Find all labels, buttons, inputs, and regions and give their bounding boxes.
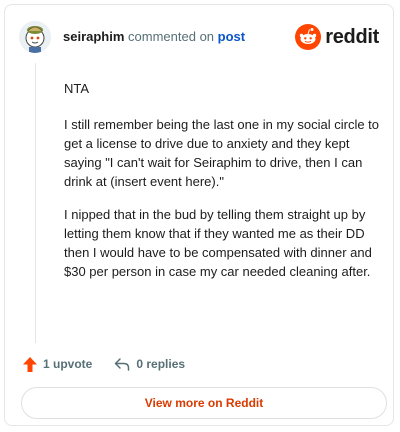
comment-paragraph: I nipped that in the bud by telling them… xyxy=(64,207,372,279)
username-link[interactable]: seiraphim xyxy=(63,29,124,44)
comment-byline: seiraphim commented on post xyxy=(63,29,245,45)
comment-header: seiraphim commented on post reddit xyxy=(19,19,379,59)
comment-body: NTA I still remember being the last one … xyxy=(64,79,384,295)
upvote-count: 1 upvote xyxy=(43,357,93,371)
comment-paragraph: I still remember being the last one in m… xyxy=(64,117,380,189)
reddit-snoo-icon xyxy=(295,24,322,50)
comment-embed-card: seiraphim commented on post reddit NTA I… xyxy=(4,4,394,426)
upvote-button[interactable]: 1 upvote xyxy=(23,356,93,372)
commented-on-text: commented on xyxy=(128,29,215,44)
reply-count: 0 replies xyxy=(136,357,186,371)
reddit-wordmark: reddit xyxy=(325,25,379,48)
thread-line xyxy=(35,63,36,343)
reply-button[interactable]: 0 replies xyxy=(114,357,185,371)
comment-actions: 1 upvote 0 replies xyxy=(23,355,207,373)
avatar-icon xyxy=(19,21,51,53)
post-link[interactable]: post xyxy=(218,29,245,44)
avatar[interactable] xyxy=(19,21,51,53)
upvote-arrow-icon xyxy=(23,356,37,372)
comment-paragraph: NTA xyxy=(64,81,90,96)
view-more-button[interactable]: View more on Reddit xyxy=(21,387,387,419)
reddit-logo[interactable]: reddit xyxy=(295,23,379,51)
reply-arrow-icon xyxy=(115,358,130,371)
